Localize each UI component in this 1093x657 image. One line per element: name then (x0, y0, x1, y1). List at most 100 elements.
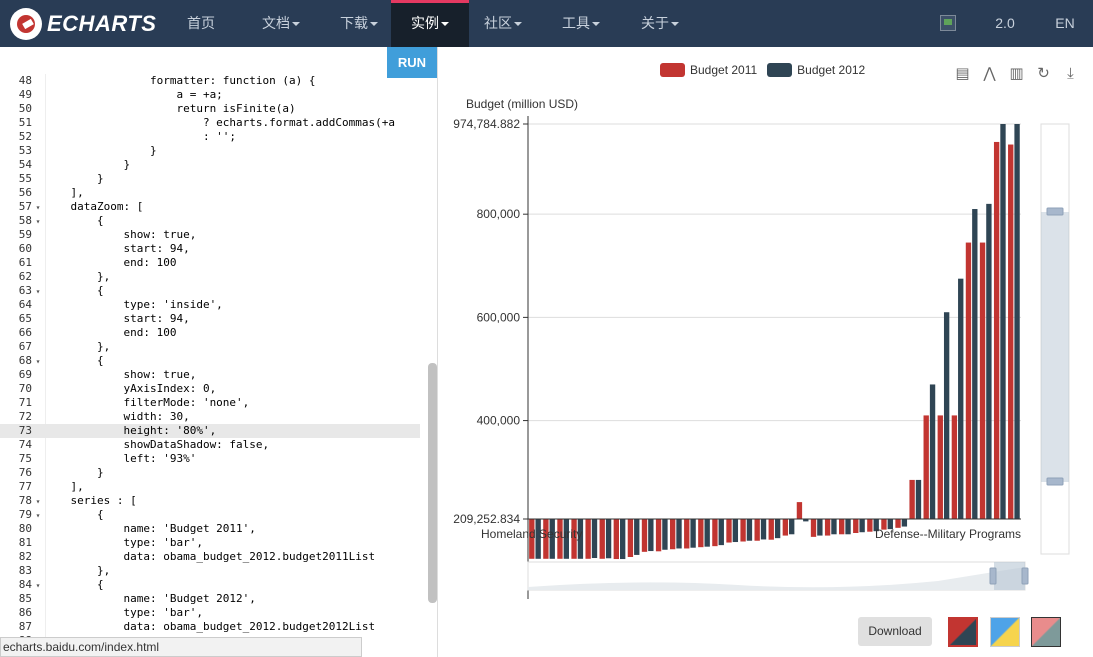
nav-item[interactable]: 首页 (178, 0, 224, 47)
code-line[interactable]: 56 ], (0, 186, 420, 200)
bar[interactable] (817, 519, 823, 536)
code-line[interactable]: 84 ▾ { (0, 578, 420, 592)
code-line[interactable]: 85 name: 'Budget 2012', (0, 592, 420, 606)
bar[interactable] (965, 242, 972, 519)
bar[interactable] (789, 519, 795, 535)
bar[interactable] (958, 278, 964, 519)
code-line[interactable]: 53 } (0, 144, 420, 158)
fold-arrow-icon[interactable]: ▾ (32, 579, 44, 593)
bar[interactable] (768, 519, 774, 540)
theme-dark-button[interactable] (1031, 617, 1061, 647)
editor-scrollbar[interactable] (428, 363, 437, 603)
code-line[interactable]: 82 data: obama_budget_2012.budget2011Lis… (0, 550, 420, 564)
code-line[interactable]: 59 show: true, (0, 228, 420, 242)
bar[interactable] (986, 203, 992, 519)
bar[interactable] (853, 519, 859, 533)
bar[interactable] (726, 519, 732, 543)
x-datazoom-handle[interactable] (989, 567, 997, 585)
bar[interactable] (599, 519, 605, 559)
language-switch[interactable]: EN (1042, 0, 1088, 47)
bar[interactable] (591, 519, 598, 559)
bar[interactable] (929, 384, 936, 519)
fold-arrow-icon[interactable]: ▾ (32, 285, 44, 299)
bar[interactable] (704, 519, 710, 547)
nav-item[interactable]: 社区 (474, 0, 532, 47)
bar[interactable] (662, 519, 668, 550)
code-line[interactable]: 83 }, (0, 564, 420, 578)
fold-arrow-icon[interactable]: ▾ (32, 509, 44, 523)
code-line[interactable]: 48 formatter: function (a) { (0, 74, 420, 88)
bar[interactable] (619, 519, 626, 560)
code-line[interactable]: 63 ▾ { (0, 284, 420, 298)
bar[interactable] (810, 519, 817, 537)
download-button[interactable]: Download (858, 617, 932, 646)
code-line[interactable]: 74 showDataShadow: false, (0, 438, 420, 452)
bar[interactable] (698, 519, 704, 548)
bar[interactable] (712, 519, 718, 547)
bar[interactable] (859, 519, 865, 533)
code-line[interactable]: 54 } (0, 158, 420, 172)
y-datazoom-handle[interactable] (1046, 207, 1064, 216)
code-line[interactable]: 67 }, (0, 340, 420, 354)
run-button[interactable]: RUN (387, 47, 437, 78)
code-editor[interactable]: 48 formatter: function (a) {49 a = +a; 50… (0, 47, 438, 657)
code-line[interactable]: 81 type: 'bar', (0, 536, 420, 550)
code-line[interactable]: 49 a = +a; (0, 88, 420, 102)
code-line[interactable]: 62 }, (0, 270, 420, 284)
bar[interactable] (627, 519, 634, 557)
code-line[interactable]: 60 start: 94, (0, 242, 420, 256)
code-line[interactable]: 71 filterMode: 'none', (0, 396, 420, 410)
code-lines[interactable]: 48 formatter: function (a) {49 a = +a; 50… (0, 74, 420, 648)
code-line[interactable]: 72 width: 30, (0, 410, 420, 424)
bar[interactable] (684, 519, 690, 549)
theme-light-button[interactable] (990, 617, 1020, 647)
bar[interactable] (1000, 124, 1006, 519)
code-line[interactable]: 58 ▾ { (0, 214, 420, 228)
y-datazoom-window[interactable] (1041, 212, 1069, 482)
bar[interactable] (923, 415, 929, 519)
chart-panel[interactable]: Budget 2011 Budget 2012 ▤ ⋀ ▥ ↻ ⤓ 974,784.882… (438, 47, 1093, 657)
fold-arrow-icon[interactable]: ▾ (32, 201, 44, 215)
code-line[interactable]: 64 type: 'inside', (0, 298, 420, 312)
bar[interactable] (782, 519, 789, 536)
bar[interactable] (718, 519, 724, 546)
budget-bar-chart[interactable]: 974,784.882 800,000 600,000 400,000 209,252.… (438, 47, 1093, 607)
code-line[interactable]: 68 ▾ { (0, 354, 420, 368)
bar[interactable] (648, 519, 654, 552)
code-line[interactable]: 76 } (0, 466, 420, 480)
bar[interactable] (641, 519, 648, 552)
bar[interactable] (951, 415, 958, 519)
bar[interactable] (690, 519, 696, 548)
code-line[interactable]: 51 ? echarts.format.addCommas(+a (0, 116, 420, 130)
code-line[interactable]: 70 yAxisIndex: 0, (0, 382, 420, 396)
bar[interactable] (1014, 124, 1020, 519)
bar[interactable] (613, 519, 619, 560)
code-line[interactable]: 86 type: 'bar', (0, 606, 420, 620)
code-line[interactable]: 78 ▾ series : [ (0, 494, 420, 508)
bar[interactable] (746, 519, 753, 541)
code-line[interactable]: 77 ], (0, 480, 420, 494)
bar[interactable] (754, 519, 760, 541)
bar[interactable] (845, 519, 851, 535)
code-line[interactable]: 65 start: 94, (0, 312, 420, 326)
code-line[interactable]: 79 ▾ { (0, 508, 420, 522)
bar[interactable] (740, 519, 746, 542)
bar[interactable] (839, 519, 845, 535)
fold-arrow-icon[interactable]: ▾ (32, 355, 44, 369)
x-datazoom-window[interactable] (994, 562, 1025, 590)
code-line[interactable]: 69 show: true, (0, 368, 420, 382)
bar[interactable] (972, 209, 978, 519)
code-line[interactable]: 50 return isFinite(a) (0, 102, 420, 116)
code-line[interactable]: 87 data: obama_budget_2012.budget2012Lis… (0, 620, 420, 634)
bar[interactable] (979, 242, 986, 519)
nav-item[interactable]: 工具 (552, 0, 610, 47)
echarts-logo[interactable]: ECHARTS (10, 6, 156, 41)
bar[interactable] (943, 312, 950, 519)
nav-item[interactable]: 实例 (391, 0, 469, 47)
nav-item[interactable]: 文档 (252, 0, 310, 47)
bar[interactable] (655, 519, 662, 552)
y-datazoom-handle[interactable] (1046, 477, 1064, 486)
bar[interactable] (901, 519, 908, 527)
nav-item[interactable]: 关于 (631, 0, 689, 47)
bar[interactable] (732, 519, 739, 543)
